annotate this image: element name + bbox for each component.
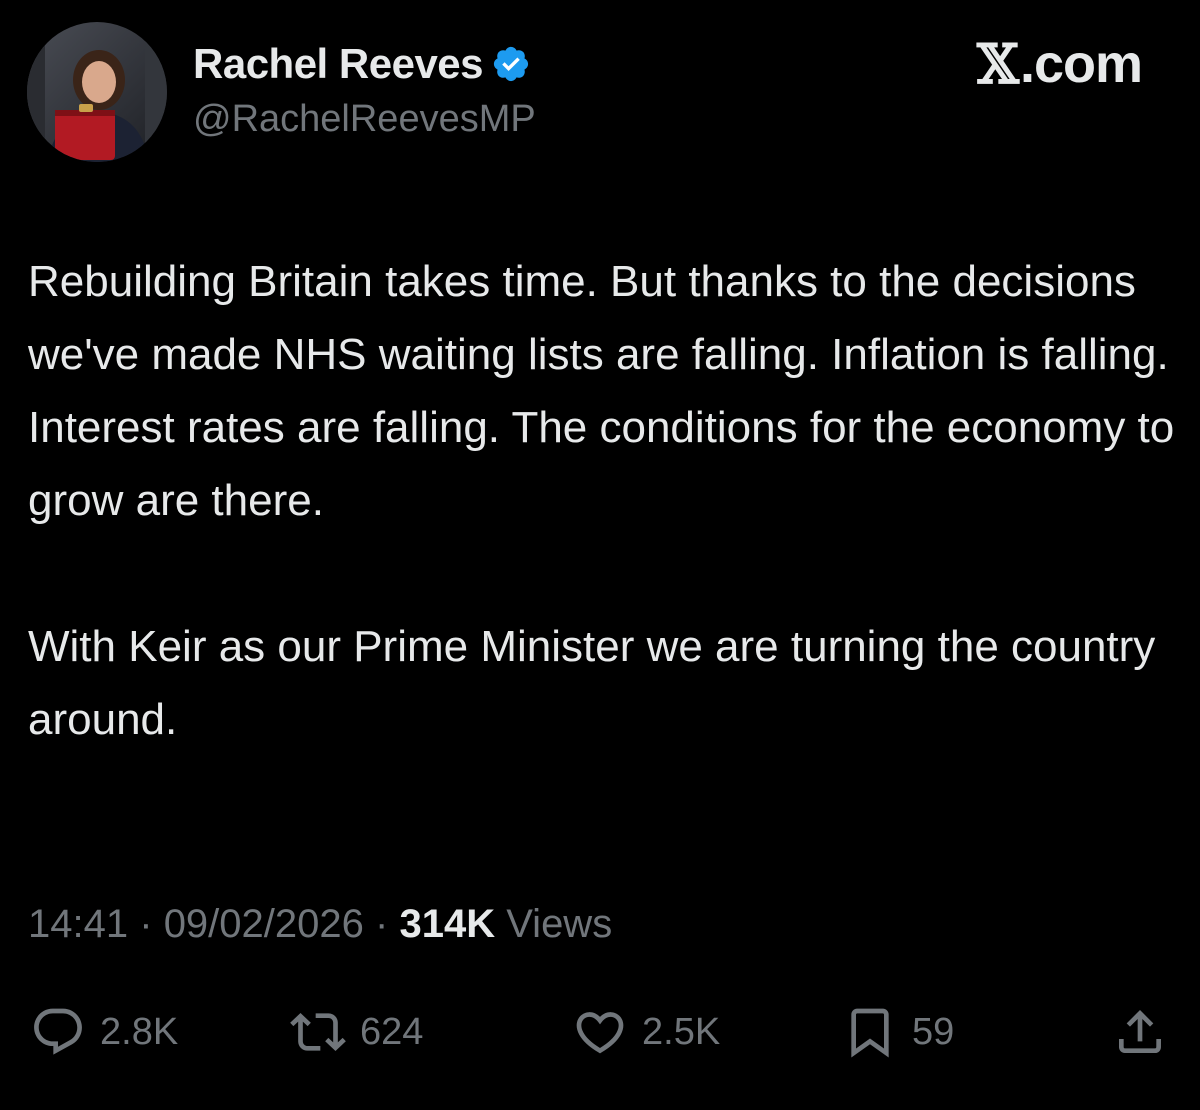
x-brand-logo: 𝕏 .com <box>977 32 1143 96</box>
tweet-paragraph: With Keir as our Prime Minister we are t… <box>28 622 1156 744</box>
bookmark-button[interactable]: 59 <box>842 1000 954 1064</box>
bookmark-count: 59 <box>912 1010 955 1053</box>
x-logo-icon: 𝕏 <box>977 32 1019 96</box>
verified-badge-icon <box>493 46 529 82</box>
tweet-meta: 14:41 · 09/02/2026 · 314K Views <box>28 902 612 947</box>
avatar-image <box>27 22 167 162</box>
tweet-action-bar: 2.8K 624 2.5K 59 <box>0 1000 1200 1064</box>
repost-count: 624 <box>360 1010 424 1053</box>
tweet-paragraph: Rebuilding Britain takes time. But thank… <box>28 257 1175 525</box>
reply-button[interactable]: 2.8K <box>30 1000 178 1064</box>
brand-domain: .com <box>1019 34 1143 94</box>
reply-count: 2.8K <box>100 1010 179 1053</box>
author-display-name[interactable]: Rachel Reeves <box>193 40 484 88</box>
heart-icon <box>576 1012 624 1054</box>
author-avatar[interactable] <box>27 22 167 162</box>
author-name-row[interactable]: Rachel Reeves <box>193 38 531 90</box>
like-count: 2.5K <box>642 1010 721 1053</box>
tweet-date[interactable]: 09/02/2026 <box>164 902 364 946</box>
share-button[interactable] <box>1112 1000 1168 1064</box>
reply-icon <box>34 1008 82 1055</box>
like-button[interactable]: 2.5K <box>572 1000 720 1064</box>
views-label: Views <box>506 902 613 946</box>
author-handle[interactable]: @RachelReevesMP <box>193 98 536 141</box>
bookmark-icon <box>851 1008 889 1058</box>
share-icon <box>1119 1010 1161 1053</box>
views-count: 314K <box>399 902 496 946</box>
meta-separator: · <box>139 902 153 946</box>
tweet-time[interactable]: 14:41 <box>28 902 128 946</box>
meta-separator: · <box>375 902 389 946</box>
repost-button[interactable]: 624 <box>290 1000 423 1064</box>
tweet-text: Rebuilding Britain takes time. But thank… <box>28 245 1178 756</box>
repost-icon <box>290 1013 346 1051</box>
tweet-header: Rachel Reeves @RachelReevesMP 𝕏 .com <box>0 0 1200 200</box>
